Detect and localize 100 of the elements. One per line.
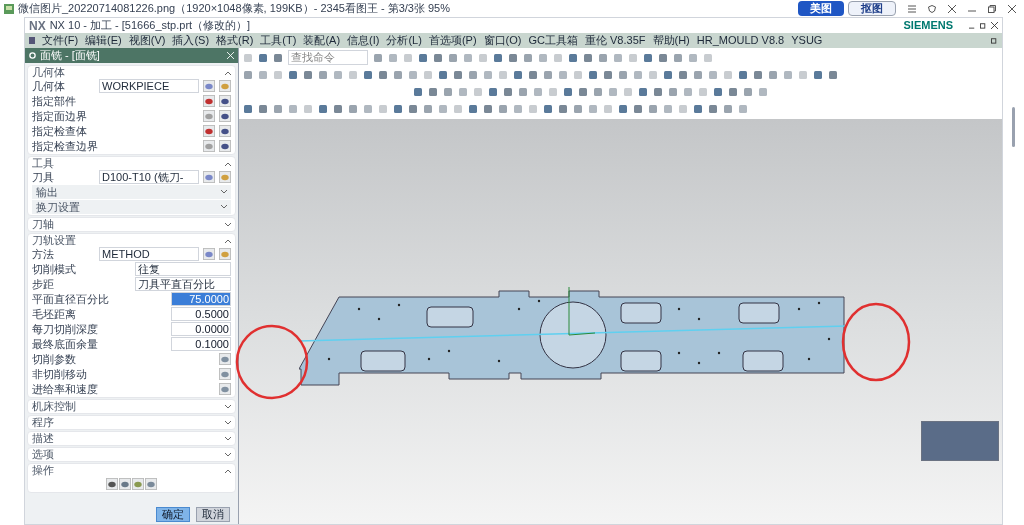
nx-logo: NX [29, 19, 46, 32]
field-label: 最终底面余量 [32, 338, 99, 350]
section-header[interactable]: 几何体 [28, 66, 235, 79]
section-header[interactable]: 程序 [28, 416, 235, 429]
collapse-icon[interactable] [225, 161, 231, 166]
menu-item[interactable]: 首选项(P) [428, 35, 477, 46]
dialog-button[interactable]: 取消 [196, 507, 230, 522]
expand-icon[interactable] [225, 420, 231, 425]
geometry-icon[interactable] [219, 110, 231, 122]
section-header[interactable]: 工具 [28, 157, 235, 170]
field-label: 平面直径百分比 [32, 293, 110, 305]
viewer-button[interactable]: 美图 [798, 1, 844, 16]
tool-icon[interactable] [493, 52, 503, 63]
shield-icon[interactable] [928, 4, 936, 13]
menu-item[interactable]: 视图(V) [128, 35, 166, 46]
geometry-icon[interactable] [219, 383, 231, 395]
geometry-icon[interactable] [203, 248, 215, 260]
field-label: 方法 [32, 248, 55, 260]
tool-icon[interactable] [598, 52, 608, 63]
expand-icon[interactable] [221, 190, 227, 194]
geometry-icon[interactable] [203, 80, 215, 92]
dropdown[interactable]: 刀具平直百分比 [135, 277, 231, 291]
menu-item[interactable]: YSUG [791, 35, 823, 46]
number-field[interactable]: 0.1000 [171, 337, 231, 351]
geometry-icon[interactable] [219, 353, 231, 365]
search-field[interactable]: 查找命令 [288, 50, 368, 65]
number-field[interactable]: 0.5000 [171, 307, 231, 321]
action-icon[interactable] [145, 478, 157, 490]
geometry-icon[interactable] [203, 125, 215, 137]
field-label: 指定检查边界 [32, 140, 99, 152]
section-header[interactable]: 刀轴 [28, 218, 235, 231]
collapse-icon[interactable] [225, 238, 231, 243]
menu-item[interactable]: HR_MOULD V8.8 [696, 35, 785, 46]
menu-item[interactable]: 插入(S) [172, 35, 210, 46]
tool-icon[interactable] [508, 52, 518, 63]
tool-icon[interactable] [658, 52, 668, 63]
menu-item[interactable]: 格式(R) [216, 35, 254, 46]
expand-icon[interactable] [225, 436, 231, 441]
geometry-icon[interactable] [219, 140, 231, 152]
section-header[interactable]: 描述 [28, 432, 235, 445]
tool-icon[interactable] [463, 52, 473, 63]
collapse-icon[interactable] [225, 70, 231, 75]
tool-icon[interactable] [258, 52, 268, 63]
dropdown[interactable]: D100-T10 (铣刀- [99, 170, 199, 184]
menu-item[interactable]: 分析(L) [386, 35, 422, 46]
menu-item[interactable]: 编辑(E) [85, 35, 122, 46]
gear-icon [29, 52, 36, 59]
tool-icon[interactable] [373, 52, 383, 63]
geometry-icon[interactable] [219, 368, 231, 380]
tool-icon[interactable] [418, 52, 428, 63]
number-field[interactable]: 0.0000 [171, 322, 231, 336]
section-header[interactable]: 刀轨设置 [28, 234, 235, 247]
expand-icon[interactable] [225, 452, 231, 457]
menu-item[interactable]: 重伦 V8.35F [584, 35, 646, 46]
tool-icon[interactable] [583, 52, 593, 63]
dropdown[interactable]: METHOD [99, 247, 199, 261]
tool-icon[interactable] [273, 52, 283, 63]
dropdown[interactable]: 往复 [135, 262, 231, 276]
expand-icon[interactable] [225, 222, 231, 227]
menu-item[interactable]: 信息(I) [347, 35, 380, 46]
tool-icon[interactable] [523, 52, 533, 63]
collapse-icon[interactable] [225, 468, 231, 473]
geometry-icon[interactable] [203, 171, 215, 183]
tool-icon[interactable] [688, 52, 698, 63]
geometry-icon[interactable] [219, 125, 231, 137]
geometry-icon[interactable] [219, 95, 231, 107]
tool-icon[interactable] [643, 52, 653, 63]
restore-icon[interactable] [988, 4, 996, 13]
tool-icon[interactable] [538, 52, 548, 63]
tool-icon[interactable] [568, 52, 578, 63]
action-icon[interactable] [132, 478, 144, 490]
tool-icon[interactable] [433, 52, 443, 63]
menu-item[interactable]: 帮助(H) [652, 35, 690, 46]
expand-icon[interactable] [225, 404, 231, 409]
geometry-icon[interactable] [203, 95, 215, 107]
action-icon[interactable] [119, 478, 131, 490]
tool-icon[interactable] [388, 52, 398, 63]
menu-item[interactable]: GC工具箱 [528, 35, 578, 46]
dialog-button[interactable]: 确定 [156, 507, 190, 522]
action-icon[interactable] [106, 478, 118, 490]
menu-item[interactable]: 工具(T) [260, 35, 297, 46]
restore-icon[interactable] [991, 37, 998, 44]
section-header[interactable]: 选项 [28, 448, 235, 461]
tool-icon[interactable] [448, 52, 458, 63]
viewer-button[interactable]: 抠图 [848, 1, 896, 16]
scrollbar-thumb[interactable] [1012, 107, 1015, 147]
section-header[interactable]: 机床控制 [28, 400, 235, 413]
close-icon[interactable] [1008, 4, 1016, 13]
tool-icon[interactable] [613, 52, 623, 63]
menu-item[interactable]: 窗口(O) [483, 35, 522, 46]
dropdown[interactable]: WORKPIECE [99, 79, 199, 93]
field-label: 指定面边界 [32, 110, 88, 122]
menu-item[interactable]: 文件(F) [42, 35, 79, 46]
expand-icon[interactable] [221, 205, 227, 209]
tool-icon[interactable] [673, 52, 683, 63]
restore-icon[interactable] [980, 22, 987, 29]
close-icon[interactable] [991, 22, 998, 29]
menu-item[interactable]: 装配(A) [303, 35, 341, 46]
menu-icon[interactable] [908, 4, 916, 13]
number-field[interactable]: 75.0000 [171, 292, 231, 306]
